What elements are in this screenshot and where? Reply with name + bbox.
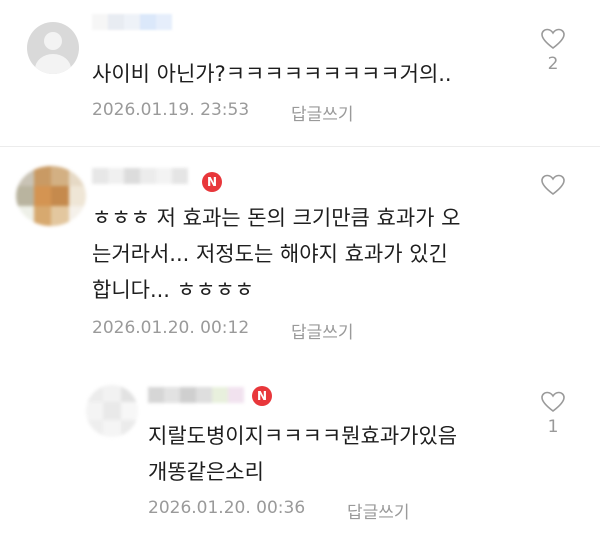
heart-outline-icon [541,28,565,50]
user-avatar[interactable] [86,385,138,437]
divider [0,146,600,147]
username-blurred[interactable] [92,168,188,184]
like-button[interactable]: 1 [533,391,573,437]
reply-button[interactable]: 답글쓰기 [291,100,354,125]
comment-text: 지랄도병이지ㅋㅋㅋㅋ뭔효과가있음 개똥같은소리 [148,424,458,484]
reply-button[interactable]: 답글쓰기 [347,498,410,523]
username-blurred[interactable] [92,14,172,30]
heart-outline-icon [541,174,565,196]
reply-button[interactable]: 답글쓰기 [291,318,354,343]
user-avatar[interactable] [16,166,86,226]
like-count: 2 [547,54,559,74]
comment-text: 사이비 아닌가?ㅋㅋㅋㅋㅋㅋㅋㅋㅋ거의.. [92,62,452,86]
like-button[interactable] [533,174,573,200]
heart-outline-icon [541,391,565,413]
default-avatar[interactable] [27,22,79,74]
like-count: 1 [547,417,559,437]
comment-date: 2026.01.20. 00:12 [92,318,250,338]
like-button[interactable]: 2 [533,28,573,74]
new-badge-icon: N [252,386,272,406]
username-blurred[interactable] [148,387,244,403]
comment-date: 2026.01.19. 23:53 [92,100,250,120]
new-badge-icon: N [202,172,222,192]
comment-text: ㅎㅎㅎ 저 효과는 돈의 크기만큼 효과가 오 는거라서... 저정도는 해야지… [92,206,461,302]
comment-date: 2026.01.20. 00:36 [148,498,306,518]
